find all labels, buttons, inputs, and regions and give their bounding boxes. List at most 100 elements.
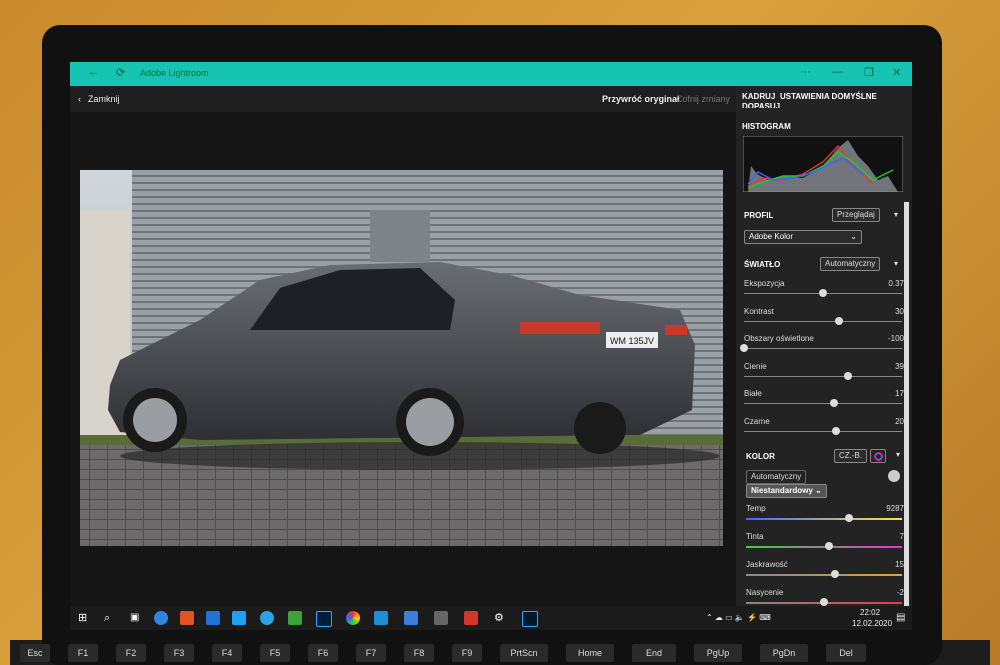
slider-track[interactable] bbox=[746, 546, 902, 548]
more-icon[interactable]: ··· bbox=[800, 66, 811, 78]
settings-gear-icon[interactable]: ⚙ bbox=[494, 611, 508, 625]
back-arrow-icon[interactable]: ← bbox=[88, 66, 99, 78]
window-title: Adobe Lightroom bbox=[140, 68, 209, 78]
chevron-down-icon: ⌄ bbox=[850, 232, 857, 241]
slider-value[interactable]: 30 bbox=[864, 307, 904, 316]
slider-thumb[interactable] bbox=[834, 316, 843, 325]
profile-select[interactable]: Adobe Kolor ⌄ bbox=[744, 230, 862, 244]
color-title: KOLOR bbox=[746, 452, 775, 461]
slider-value[interactable]: -2 bbox=[864, 588, 904, 597]
slider-value[interactable]: 9287 bbox=[864, 504, 904, 513]
task-view-icon[interactable]: ▣ bbox=[130, 611, 144, 625]
slider-track[interactable] bbox=[744, 430, 902, 432]
tab-presets[interactable]: USTAWIENIA DOMYŚLNE bbox=[780, 92, 877, 101]
car-photo: WM 135JV bbox=[80, 170, 723, 546]
telegram-icon[interactable] bbox=[260, 611, 274, 625]
slider-label: Tinta bbox=[746, 532, 764, 541]
undo-button[interactable]: Cofnij zmiany bbox=[676, 94, 730, 104]
keyboard-key: PgUp bbox=[694, 644, 742, 662]
color-preset-value: Niestandardowy bbox=[751, 486, 813, 495]
title-bar: ← ⟳ Adobe Lightroom ··· — ❐ ✕ bbox=[70, 62, 912, 86]
keyboard-key: Del bbox=[826, 644, 866, 662]
maximize-icon[interactable]: ❐ bbox=[864, 66, 874, 79]
search-icon[interactable]: ⌕ bbox=[104, 611, 118, 625]
slider-thumb[interactable] bbox=[824, 542, 833, 550]
light-collapse-icon[interactable]: ▾ bbox=[894, 259, 898, 268]
slider-value[interactable]: 39 bbox=[864, 362, 904, 371]
slider-value[interactable]: 7 bbox=[864, 532, 904, 541]
app-green-icon[interactable] bbox=[288, 611, 302, 625]
slider-label: Nasycenie bbox=[746, 588, 784, 597]
profile-select-value: Adobe Kolor bbox=[749, 232, 794, 241]
restore-original-button[interactable]: Przywróć oryginał bbox=[602, 94, 680, 104]
tray-icons[interactable]: ⌃ ☁ ▭ 🔈 ⚡ ⌨ bbox=[706, 613, 771, 622]
photoshop-icon[interactable] bbox=[316, 611, 332, 627]
slider-value[interactable]: -100 bbox=[864, 334, 904, 343]
app-blue-icon[interactable] bbox=[374, 611, 388, 625]
slider-value[interactable]: 15 bbox=[864, 560, 904, 569]
clock-time[interactable]: 22:02 bbox=[860, 608, 880, 617]
slider-label: Obszary oświetlone bbox=[744, 334, 814, 343]
slider-track[interactable] bbox=[744, 375, 902, 377]
panel-scrollbar[interactable] bbox=[904, 202, 909, 606]
slider-track[interactable] bbox=[744, 320, 902, 322]
slider-value[interactable]: 20 bbox=[864, 417, 904, 426]
slider-thumb[interactable] bbox=[740, 344, 748, 352]
slider-thumb[interactable] bbox=[830, 570, 839, 578]
bw-button[interactable]: CZ.-B. bbox=[834, 449, 868, 463]
slider-track[interactable] bbox=[746, 574, 902, 576]
eyedropper-icon[interactable] bbox=[888, 470, 900, 482]
slider-track[interactable] bbox=[744, 403, 902, 404]
profile-title: PROFIL bbox=[744, 211, 774, 220]
keyboard-key: F7 bbox=[356, 644, 386, 662]
slider-label: Temp bbox=[746, 504, 766, 513]
close-window-icon[interactable]: ✕ bbox=[892, 66, 901, 79]
histogram-title: HISTOGRAM bbox=[742, 122, 791, 131]
twitter-icon[interactable] bbox=[232, 611, 246, 625]
tab-adjust[interactable]: DOPASUJ bbox=[742, 102, 780, 108]
slider-track[interactable] bbox=[746, 518, 902, 520]
close-chevron-icon[interactable]: ‹ bbox=[78, 94, 81, 104]
keyboard-key: End bbox=[632, 644, 676, 662]
office-icon[interactable] bbox=[180, 611, 194, 625]
browse-button[interactable]: Przeglądaj bbox=[832, 208, 880, 222]
slider-thumb[interactable] bbox=[844, 514, 853, 522]
edge-icon[interactable] bbox=[154, 611, 168, 625]
notifications-icon[interactable]: ▤ bbox=[896, 612, 905, 623]
phone-icon[interactable] bbox=[404, 611, 418, 625]
color-mixer-icon[interactable] bbox=[870, 449, 886, 463]
calculator-icon[interactable] bbox=[434, 611, 448, 625]
slider-value[interactable]: 17 bbox=[864, 389, 904, 398]
color-collapse-icon[interactable]: ▾ bbox=[896, 450, 900, 459]
keyboard-key: Home bbox=[566, 644, 614, 662]
keyboard-key: F4 bbox=[212, 644, 242, 662]
slider-label: Białe bbox=[744, 389, 762, 398]
tab-crop[interactable]: KADRUJ bbox=[742, 92, 775, 101]
slider-value[interactable]: 0.37 bbox=[864, 279, 904, 288]
slider-thumb[interactable] bbox=[820, 598, 828, 606]
color-auto-button[interactable]: Automatyczny bbox=[746, 470, 807, 484]
minimize-icon[interactable]: — bbox=[832, 66, 843, 78]
taskbar: ⊞ ⌕ ▣ ⚙ ⌃ ☁ ▭ 🔈 ⚡ ⌨ 22:02 12.02.2020 ▤ bbox=[70, 606, 912, 630]
profile-collapse-icon[interactable]: ▾ bbox=[894, 210, 898, 219]
slider-thumb[interactable] bbox=[830, 399, 839, 407]
creative-cloud-icon[interactable] bbox=[464, 611, 478, 625]
keyboard-key: Esc bbox=[20, 644, 50, 662]
slider-label: Kontrast bbox=[744, 306, 774, 316]
license-plate: WM 135JV bbox=[610, 336, 654, 346]
color-preset-select[interactable]: Niestandardowy ⌄ bbox=[746, 484, 827, 498]
slider-thumb[interactable] bbox=[831, 426, 840, 435]
windows-start-icon[interactable]: ⊞ bbox=[78, 611, 92, 625]
slider-thumb[interactable] bbox=[819, 289, 827, 297]
store-icon[interactable] bbox=[206, 611, 220, 625]
slider-track[interactable] bbox=[744, 348, 902, 349]
keyboard-key: F5 bbox=[260, 644, 290, 662]
slider-label: Ekspozycja bbox=[744, 279, 785, 288]
sync-icon[interactable]: ⟳ bbox=[116, 66, 125, 79]
slider-thumb[interactable] bbox=[844, 371, 853, 380]
light-auto-button[interactable]: Automatyczny bbox=[820, 257, 881, 271]
chrome-icon[interactable] bbox=[346, 611, 360, 625]
lightroom-icon[interactable] bbox=[522, 611, 538, 627]
close-button[interactable]: Zamknij bbox=[88, 94, 120, 104]
clock-date[interactable]: 12.02.2020 bbox=[852, 619, 892, 628]
